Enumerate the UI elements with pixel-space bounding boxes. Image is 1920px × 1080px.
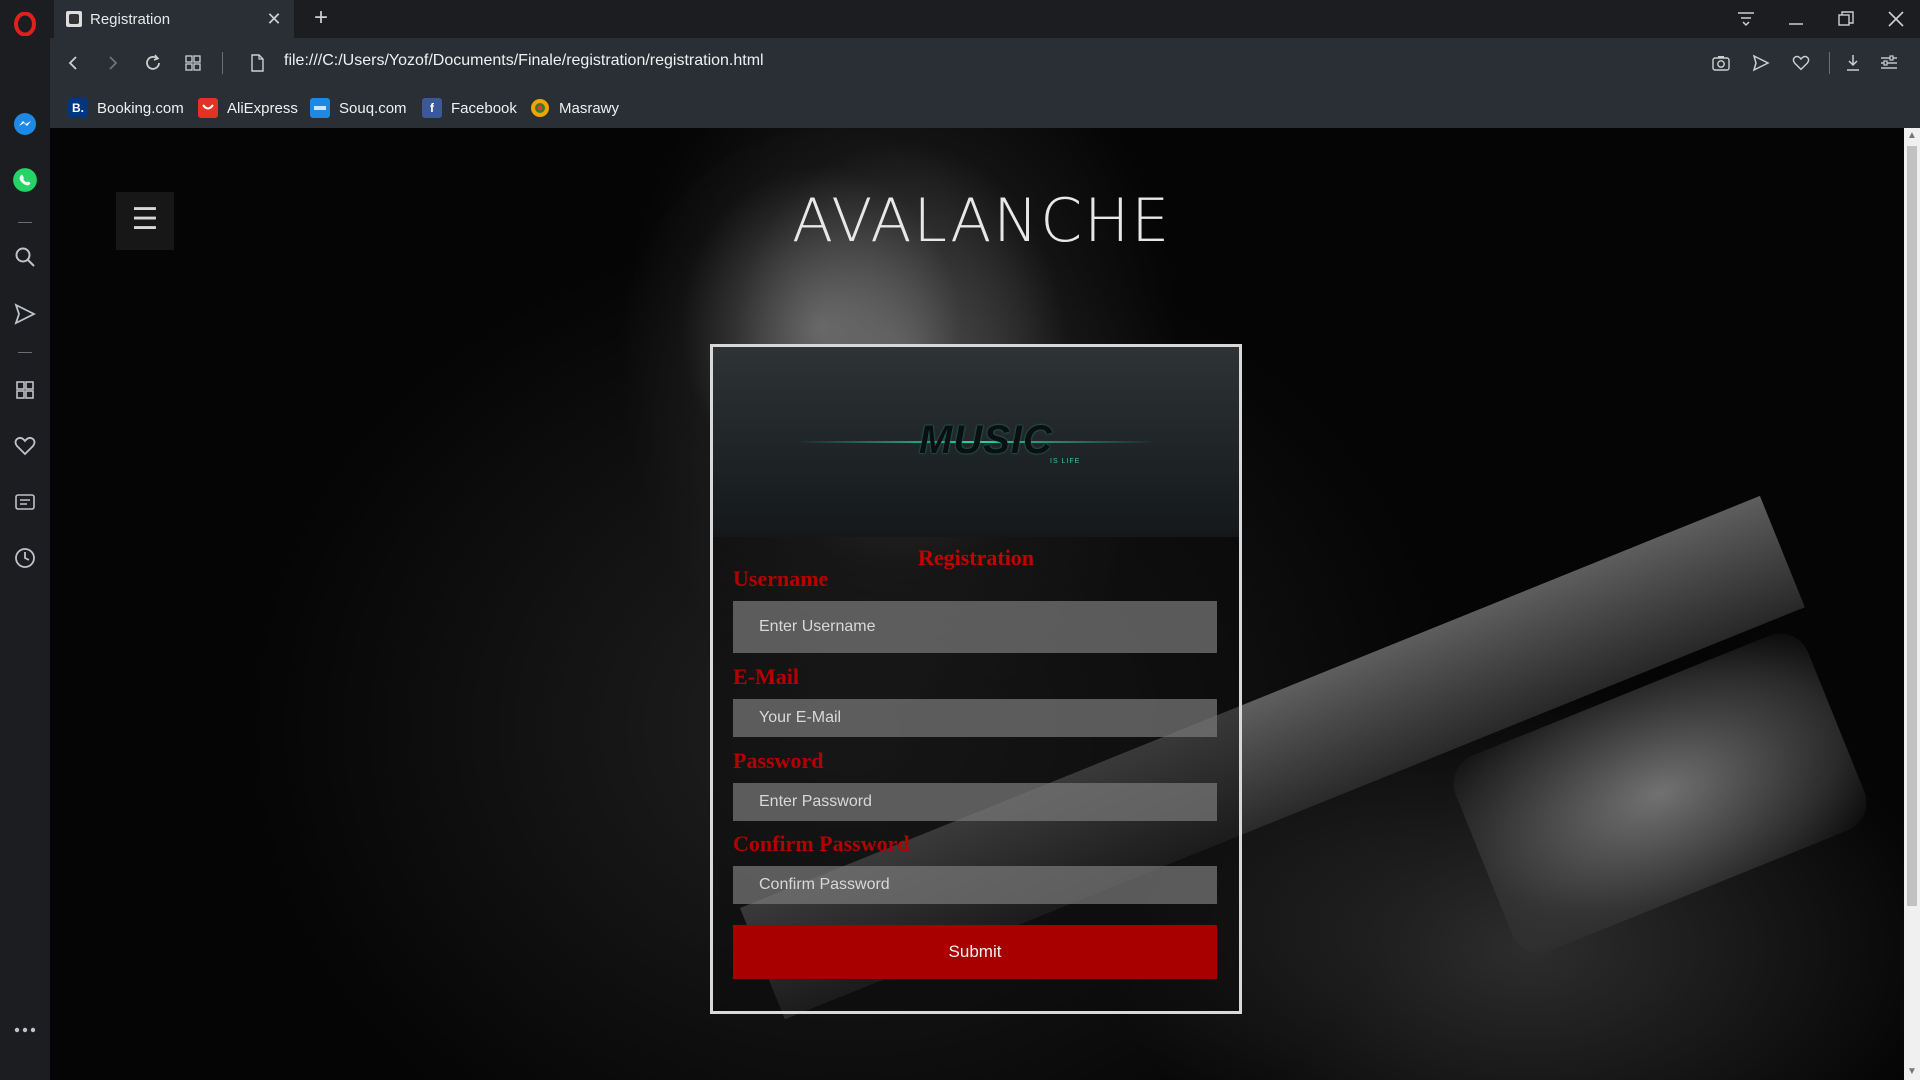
username-input[interactable] <box>733 601 1217 653</box>
whatsapp-icon[interactable] <box>11 166 39 194</box>
music-banner: MUSIC IS LIFE <box>713 347 1239 537</box>
page-viewport: ☰ AVALANCHE MUSIC IS LIFE Registration U… <box>50 128 1904 1080</box>
souq-icon <box>310 98 330 118</box>
tab-close-button[interactable]: ✕ <box>264 9 284 29</box>
bookmark-label: Masrawy <box>559 99 620 117</box>
page-scrollbar[interactable]: ▲ ▼ <box>1904 128 1920 1080</box>
close-window-button[interactable] <box>1876 4 1916 34</box>
booking-icon: B. <box>68 98 88 118</box>
scroll-down-icon[interactable]: ▼ <box>1904 1064 1920 1080</box>
address-divider <box>222 52 223 74</box>
submit-button[interactable]: Submit <box>733 925 1217 979</box>
email-input[interactable] <box>733 699 1217 737</box>
download-icon[interactable] <box>1840 50 1866 76</box>
tabs-grid-icon[interactable] <box>180 50 206 76</box>
sidebar-divider <box>18 222 32 223</box>
reload-button[interactable] <box>140 50 166 76</box>
search-icon[interactable] <box>11 243 39 271</box>
back-button[interactable] <box>60 50 86 76</box>
address-divider <box>1829 52 1830 74</box>
bookmark-label: AliExpress <box>227 99 298 117</box>
bookmark-masrawy[interactable]: Masrawy <box>530 97 619 119</box>
confirm-password-input[interactable] <box>733 866 1217 904</box>
snapshot-icon[interactable] <box>1708 50 1734 76</box>
bookmark-label: Souq.com <box>339 99 407 117</box>
forward-button[interactable] <box>100 50 126 76</box>
tab-favicon-icon <box>66 11 82 27</box>
logo-subtext: IS LIFE <box>1050 458 1081 465</box>
masrawy-icon <box>530 98 550 118</box>
registration-card: MUSIC IS LIFE Registration Username E-Ma… <box>710 344 1242 1014</box>
bookmarks-bar: B. Booking.com AliExpress Souq.com f Fac… <box>50 88 1920 128</box>
more-icon[interactable] <box>11 1016 39 1044</box>
heart-icon[interactable] <box>11 432 39 460</box>
tab-menu-icon[interactable] <box>1726 4 1766 34</box>
news-icon[interactable] <box>11 488 39 516</box>
confirm-password-label: Confirm Password <box>733 831 910 856</box>
bookmark-souq[interactable]: Souq.com <box>310 97 407 119</box>
url-field[interactable]: file:///C:/Users/Yozof/Documents/Finale/… <box>284 52 764 70</box>
bookmark-label: Booking.com <box>97 99 184 117</box>
bookmark-label: Facebook <box>451 99 517 117</box>
username-label: Username <box>733 566 829 591</box>
scroll-thumb[interactable] <box>1907 146 1917 906</box>
send-page-icon[interactable] <box>1748 50 1774 76</box>
tab-bar: Registration ✕ + <box>50 0 1920 38</box>
history-icon[interactable] <box>11 544 39 572</box>
messenger-icon[interactable] <box>11 110 39 138</box>
opera-logo-icon[interactable] <box>11 10 39 38</box>
music-logo: MUSIC IS LIFE <box>796 412 1156 472</box>
sidebar-divider <box>18 352 32 353</box>
site-brand-title: AVALANCHE <box>792 186 1172 256</box>
bookmark-booking[interactable]: B. Booking.com <box>68 97 184 119</box>
easy-setup-icon[interactable] <box>1876 50 1902 76</box>
restore-button[interactable] <box>1826 4 1866 34</box>
password-label: Password <box>733 748 824 773</box>
new-tab-button[interactable]: + <box>308 6 334 32</box>
browser-sidebar <box>0 0 50 1080</box>
send-icon[interactable] <box>11 300 39 328</box>
address-bar: file:///C:/Users/Yozof/Documents/Finale/… <box>50 38 1920 88</box>
password-input[interactable] <box>733 783 1217 821</box>
page-file-icon <box>244 50 270 76</box>
tab-registration[interactable]: Registration ✕ <box>54 0 294 38</box>
hamburger-menu-button[interactable]: ☰ <box>116 192 174 250</box>
email-label: E-Mail <box>733 664 799 689</box>
speed-dial-icon[interactable] <box>11 376 39 404</box>
aliexpress-icon <box>198 98 218 118</box>
scroll-up-icon[interactable]: ▲ <box>1904 128 1920 144</box>
facebook-icon: f <box>422 98 442 118</box>
bookmark-aliexpress[interactable]: AliExpress <box>198 97 298 119</box>
bookmark-facebook[interactable]: f Facebook <box>422 97 517 119</box>
bookmark-heart-icon[interactable] <box>1788 50 1814 76</box>
minimize-button[interactable] <box>1776 4 1816 34</box>
tab-title: Registration <box>90 10 171 28</box>
logo-text: MUSIC <box>919 418 1053 462</box>
